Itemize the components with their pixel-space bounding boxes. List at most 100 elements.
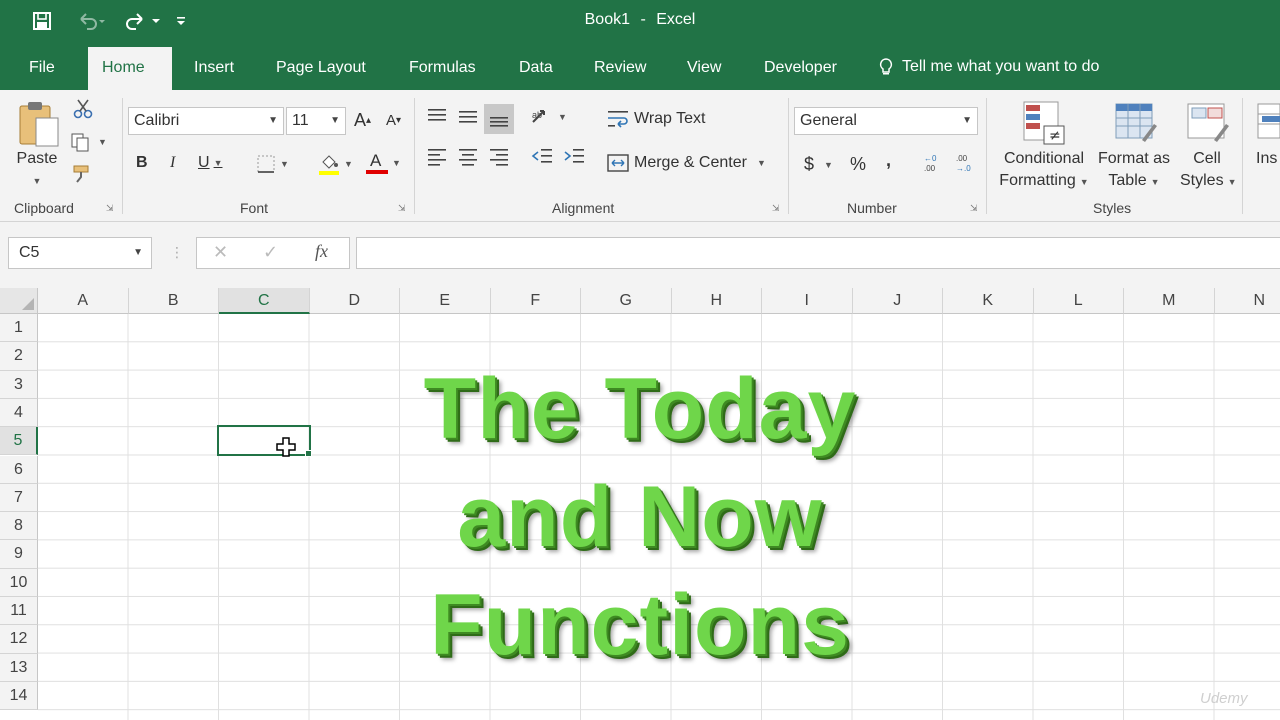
borders-button[interactable]: ▼ <box>256 154 289 174</box>
column-header-g[interactable]: G <box>581 288 672 314</box>
tab-review[interactable]: Review <box>594 44 646 90</box>
alignment-launcher-icon[interactable]: ⇲ <box>772 203 782 213</box>
paste-button[interactable] <box>16 100 60 150</box>
row-header-5[interactable]: 5 <box>0 427 38 456</box>
column-header-a[interactable]: A <box>38 288 129 314</box>
cell-cursor-icon <box>276 437 296 457</box>
name-box[interactable]: C5 ▼ <box>8 237 152 269</box>
decrease-decimal-icon[interactable]: .00 →.0 <box>952 152 978 174</box>
row-header-4[interactable]: 4 <box>0 398 38 428</box>
column-header-j[interactable]: J <box>852 288 943 314</box>
active-cell-c5[interactable] <box>217 425 311 456</box>
row-header-10[interactable]: 10 <box>0 568 38 597</box>
fill-handle[interactable] <box>305 450 312 457</box>
cut-icon[interactable] <box>72 98 94 120</box>
bottom-align-icon[interactable] <box>484 104 514 134</box>
tab-page-layout[interactable]: Page Layout <box>276 44 366 90</box>
currency-button[interactable]: $ ▼ <box>804 154 833 175</box>
tab-insert[interactable]: Insert <box>194 44 234 90</box>
cancel-icon[interactable]: ✕ <box>213 242 228 263</box>
formula-input[interactable] <box>356 237 1280 269</box>
clipboard-launcher-icon[interactable]: ⇲ <box>106 203 116 213</box>
number-format-combo[interactable]: General ▼ <box>794 107 978 135</box>
select-all-button[interactable] <box>0 288 38 314</box>
middle-align-icon[interactable] <box>457 106 479 126</box>
increase-indent-icon[interactable] <box>562 146 586 166</box>
column-header-e[interactable]: E <box>400 288 491 314</box>
bold-button[interactable]: B <box>136 154 148 172</box>
format-painter-icon[interactable] <box>72 164 94 184</box>
merge-center-button[interactable]: Merge & Center ▼ <box>606 152 766 174</box>
orientation-icon[interactable]: ab ▼ <box>530 106 567 128</box>
font-launcher-icon[interactable]: ⇲ <box>398 203 408 213</box>
paste-dropdown-icon[interactable]: ▼ <box>28 170 46 192</box>
column-header-d[interactable]: D <box>309 288 400 314</box>
enter-icon[interactable]: ✓ <box>263 242 278 263</box>
align-center-icon[interactable] <box>457 146 479 166</box>
wrap-text-button[interactable]: Wrap Text <box>606 108 705 130</box>
insert-function-icon[interactable]: fx <box>315 241 328 262</box>
format-as-table-icon[interactable] <box>1114 100 1158 146</box>
row-header-6[interactable]: 6 <box>0 455 38 484</box>
column-header-i[interactable]: I <box>762 288 853 314</box>
column-header-l[interactable]: L <box>1033 288 1124 314</box>
formula-bar-grip-icon[interactable]: ⋮ <box>170 244 184 261</box>
row-header-11[interactable]: 11 <box>0 597 38 626</box>
column-header-c[interactable]: C <box>219 288 310 314</box>
insert-cells-button[interactable]: Ins <box>1256 148 1280 170</box>
row-header-13[interactable]: 13 <box>0 653 38 682</box>
column-header-f[interactable]: F <box>490 288 581 314</box>
styles-group-label: Styles <box>1093 200 1132 216</box>
conditional-formatting-icon[interactable]: ≠ <box>1022 100 1066 146</box>
italic-button[interactable]: I <box>170 154 175 172</box>
column-header-b[interactable]: B <box>128 288 219 314</box>
font-size-combo[interactable]: 11 ▼ <box>286 107 346 135</box>
top-align-icon[interactable] <box>426 106 448 126</box>
column-header-k[interactable]: K <box>943 288 1034 314</box>
row-header-1[interactable]: 1 <box>0 314 38 343</box>
increase-font-icon[interactable]: A ▴ <box>354 110 371 131</box>
row-header-14[interactable]: 14 <box>0 681 38 711</box>
cell-area[interactable] <box>38 314 1280 720</box>
align-left-icon[interactable] <box>426 146 448 166</box>
decrease-indent-icon[interactable] <box>530 146 554 166</box>
row-header-9[interactable]: 9 <box>0 540 38 569</box>
cell-styles-button[interactable]: Cell Styles ▼ <box>1180 148 1237 193</box>
cell-styles-icon[interactable] <box>1186 100 1230 146</box>
font-color-button[interactable]: A ▼ <box>366 150 401 176</box>
row-header-8[interactable]: 8 <box>0 512 38 541</box>
insert-cells-icon[interactable] <box>1254 100 1280 146</box>
tab-home[interactable]: Home <box>88 47 172 90</box>
row-header-12[interactable]: 12 <box>0 625 38 654</box>
window-title: Book1 - Excel <box>0 11 1280 29</box>
percent-button[interactable]: % <box>850 154 866 175</box>
row-header-7[interactable]: 7 <box>0 483 38 513</box>
column-header-h[interactable]: H <box>671 288 762 314</box>
comma-button[interactable]: , <box>886 150 891 171</box>
underline-button[interactable]: U ▼ <box>198 154 222 172</box>
tab-view[interactable]: View <box>687 44 721 90</box>
font-name-combo[interactable]: Calibri ▼ <box>128 107 284 135</box>
app-name: Excel <box>656 11 696 28</box>
align-right-icon[interactable] <box>488 146 510 166</box>
column-header-n[interactable]: N <box>1214 288 1280 314</box>
number-group-label: Number <box>847 200 897 216</box>
number-launcher-icon[interactable]: ⇲ <box>970 203 980 213</box>
tab-file[interactable]: File <box>29 44 55 90</box>
column-header-m[interactable]: M <box>1124 288 1215 314</box>
tab-formulas[interactable]: Formulas <box>409 44 476 90</box>
conditional-formatting-button[interactable]: Conditional Formatting ▼ <box>998 148 1090 193</box>
document-name: Book1 <box>584 11 630 28</box>
increase-decimal-icon[interactable]: ←0.00 <box>920 152 946 174</box>
fill-color-button[interactable]: ▼ <box>318 152 353 176</box>
tab-developer[interactable]: Developer <box>764 44 837 90</box>
decrease-font-icon[interactable]: A ▾ <box>386 112 401 129</box>
wrap-text-label: Wrap Text <box>634 110 706 127</box>
udemy-watermark: Udemy <box>1200 690 1248 707</box>
format-as-table-button[interactable]: Format as Table ▼ <box>1096 148 1172 193</box>
tell-me-search[interactable]: Tell me what you want to do <box>878 44 1099 90</box>
row-header-2[interactable]: 2 <box>0 342 38 371</box>
tab-data[interactable]: Data <box>519 44 553 90</box>
copy-icon[interactable]: ▼ <box>70 132 107 152</box>
row-header-3[interactable]: 3 <box>0 370 38 399</box>
